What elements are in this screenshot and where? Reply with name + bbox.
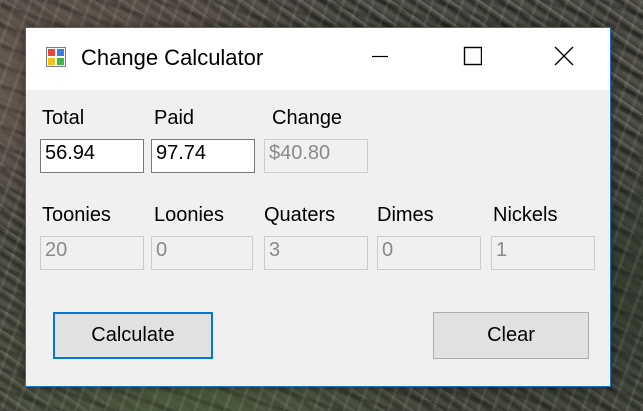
minimize-icon	[370, 46, 390, 71]
toonies-output: 20	[40, 236, 144, 270]
calculate-button[interactable]: Calculate	[53, 312, 213, 359]
minimize-button[interactable]	[334, 28, 426, 88]
loonies-label: Loonies	[154, 204, 225, 226]
nickels-label: Nickels	[493, 204, 558, 226]
clear-button[interactable]: Clear	[433, 312, 589, 359]
total-label: Total	[42, 107, 85, 129]
toonies-label: Toonies	[42, 204, 111, 226]
dimes-output: 0	[377, 236, 481, 270]
quarters-label: Quaters	[264, 204, 336, 226]
change-output: $40.80	[264, 139, 368, 173]
paid-input[interactable]: 97.74	[151, 139, 255, 173]
title-bar[interactable]: Change Calculator	[26, 28, 610, 90]
app-window-icon	[46, 47, 66, 67]
nickels-output: 1	[491, 236, 595, 270]
loonies-output: 0	[151, 236, 253, 270]
maximize-icon	[462, 46, 483, 71]
maximize-button[interactable]	[426, 28, 518, 88]
close-button[interactable]	[518, 28, 610, 88]
total-input[interactable]: 56.94	[40, 139, 144, 173]
close-icon	[554, 46, 574, 71]
quarters-output: 3	[264, 236, 368, 270]
change-label: Change	[272, 107, 343, 129]
dimes-label: Dimes	[377, 204, 434, 226]
window-title: Change Calculator	[81, 45, 264, 70]
change-calculator-window: Change Calculator Total 56.94 Paid 97.74…	[25, 27, 611, 387]
paid-label: Paid	[154, 107, 195, 129]
